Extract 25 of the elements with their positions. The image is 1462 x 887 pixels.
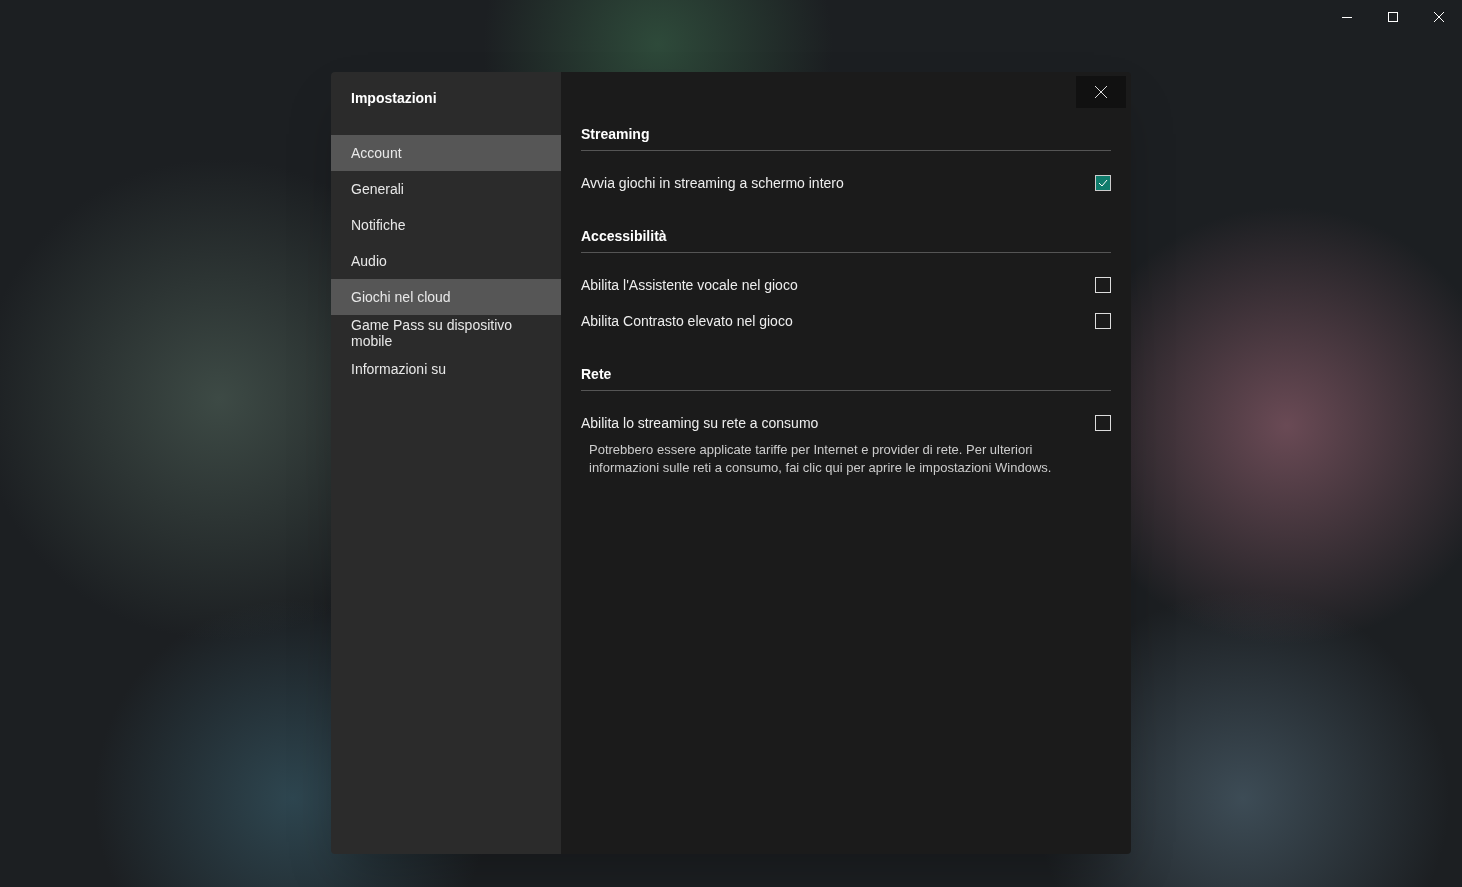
sidebar-item[interactable]: Giochi nel cloud (331, 279, 561, 315)
checkbox[interactable] (1095, 175, 1111, 191)
checkbox[interactable] (1095, 313, 1111, 329)
section-heading: Accessibilità (581, 227, 668, 246)
dialog-title: Impostazioni (350, 89, 438, 108)
section-heading: Streaming (581, 125, 651, 144)
section-heading: Rete (581, 365, 613, 384)
option-label: Abilita lo streaming su rete a consumo (581, 413, 819, 433)
sidebar-item[interactable]: Informazioni su (331, 351, 561, 387)
maximize-icon (1388, 12, 1398, 22)
option-description: Potrebbero essere applicate tariffe per Internet e provider di rete. Per ulteriori informazioni sulle reti a consumo, fai clic qui per aprire le impostazioni Windows. (588, 441, 1053, 477)
close-icon (1095, 86, 1107, 98)
checkbox[interactable] (1095, 277, 1111, 293)
sidebar-item[interactable]: Notifiche (331, 207, 561, 243)
minimize-icon (1342, 16, 1352, 18)
option-label: Abilita l'Assistente vocale nel gioco (581, 275, 798, 295)
close-icon (1434, 12, 1444, 22)
sidebar-item[interactable]: Generali (331, 171, 561, 207)
checkbox[interactable] (1095, 415, 1111, 431)
checkmark-icon (1098, 179, 1108, 187)
option-label: Avvia giochi in streaming a schermo intero (581, 173, 844, 193)
sidebar-item[interactable]: Game Pass su dispositivo mobile (331, 315, 561, 351)
sidebar-item[interactable]: Account (331, 135, 561, 171)
option-label: Abilita Contrasto elevato nel gioco (581, 311, 793, 331)
sidebar-item[interactable]: Audio (331, 243, 561, 279)
